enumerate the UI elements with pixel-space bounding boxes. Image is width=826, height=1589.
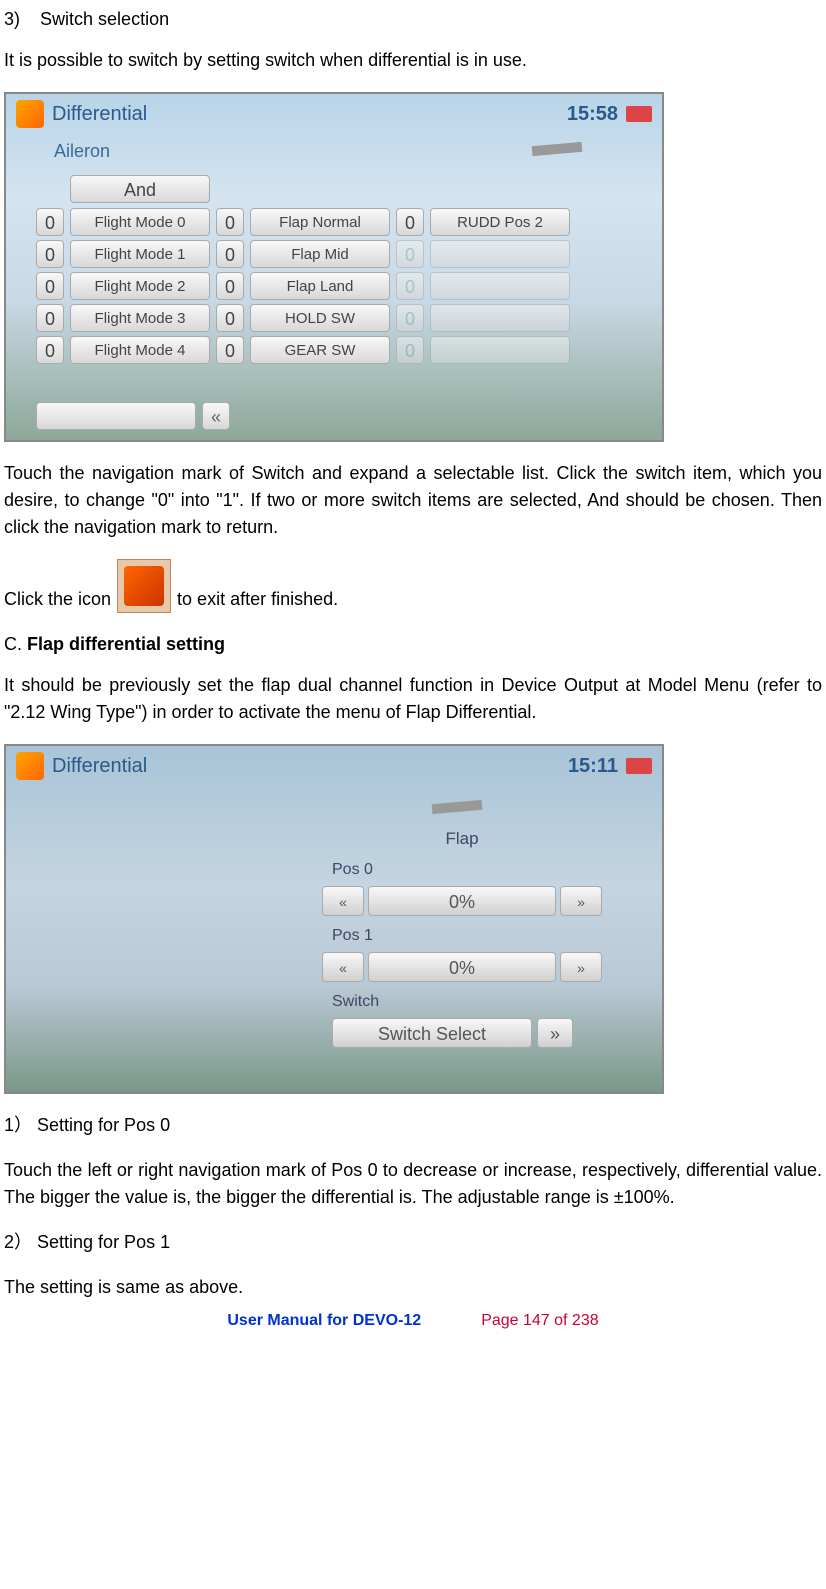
click-icon-text-before: Click the icon (4, 586, 111, 613)
cell-label[interactable]: HOLD SW (250, 304, 390, 332)
cell-value[interactable]: 0 (396, 336, 424, 364)
pos1-spinner: « 0% » (322, 952, 602, 982)
cell-value[interactable]: 0 (36, 240, 64, 268)
cell-label[interactable]: RUDD Pos 2 (430, 208, 570, 236)
section-3-intro: It is possible to switch by setting swit… (4, 47, 822, 74)
table-row: 0 Flight Mode 1 0 Flap Mid 0 (36, 240, 632, 268)
table-row: 0 Flight Mode 4 0 GEAR SW 0 (36, 336, 632, 364)
footer-page-number: Page 147 of 238 (481, 1309, 598, 1333)
decrease-arrow-icon[interactable]: « (322, 886, 364, 916)
cell-label[interactable]: Flap Mid (250, 240, 390, 268)
para-pos0: Touch the left or right navigation mark … (4, 1157, 822, 1211)
cell-label[interactable]: Flight Mode 1 (70, 240, 210, 268)
expand-arrow-icon[interactable]: » (537, 1018, 573, 1048)
switch-select-button[interactable]: Switch Select (332, 1018, 532, 1048)
ss2-header: Differential 15:11 (6, 746, 662, 786)
exit-icon-inner (124, 566, 164, 606)
screenshot-flap-differential: Differential 15:11 Flap Pos 0 « 0% » Pos… (4, 744, 664, 1094)
and-button[interactable]: And (70, 175, 210, 203)
ss1-and-row: And (36, 175, 632, 204)
item-1-heading: 1） Setting for Pos 0 (4, 1112, 822, 1139)
switch-row: Switch Select » (322, 1018, 602, 1048)
cell-label[interactable]: GEAR SW (250, 336, 390, 364)
page-footer: User Manual for DEVO-12 Page 147 of 238 (4, 1309, 822, 1333)
plane-icon (432, 800, 483, 814)
ss1-grid: And 0 Flight Mode 0 0 Flap Normal 0 RUDD… (6, 169, 662, 374)
flap-label: Flap (322, 826, 602, 852)
increase-arrow-icon[interactable]: » (560, 952, 602, 982)
cell-value[interactable]: 0 (216, 336, 244, 364)
pos0-value: 0% (368, 886, 556, 916)
pos0-label: Pos 0 (332, 858, 602, 882)
folder-icon (16, 100, 44, 128)
back-arrow-icon[interactable]: « (202, 402, 230, 430)
ss1-bottom-button[interactable] (36, 402, 196, 430)
cell-label[interactable] (430, 240, 570, 268)
cell-label[interactable]: Flight Mode 4 (70, 336, 210, 364)
cell-value[interactable]: 0 (36, 272, 64, 300)
folder-icon (16, 752, 44, 780)
section-3-num: 3) (4, 9, 20, 29)
ss1-header: Differential 15:58 (6, 94, 662, 134)
cell-value[interactable]: 0 (216, 304, 244, 332)
decrease-arrow-icon[interactable]: « (322, 952, 364, 982)
cell-value[interactable]: 0 (216, 208, 244, 236)
cell-value[interactable]: 0 (216, 240, 244, 268)
cell-label[interactable] (430, 304, 570, 332)
cell-label[interactable] (430, 336, 570, 364)
switch-label: Switch (332, 990, 602, 1014)
cell-label[interactable]: Flight Mode 0 (70, 208, 210, 236)
table-row: 0 Flight Mode 2 0 Flap Land 0 (36, 272, 632, 300)
cell-label[interactable]: Flap Land (250, 272, 390, 300)
cell-value[interactable]: 0 (396, 240, 424, 268)
pos1-value: 0% (368, 952, 556, 982)
cell-label[interactable]: Flight Mode 2 (70, 272, 210, 300)
ss2-controls: Flap Pos 0 « 0% » Pos 1 « 0% » Switch Sw… (322, 826, 602, 1048)
cell-label[interactable] (430, 272, 570, 300)
footer-manual-title: User Manual for DEVO-12 (227, 1309, 421, 1333)
section-3-heading: 3) Switch selection (4, 6, 822, 33)
battery-icon (626, 106, 652, 122)
cell-value[interactable]: 0 (36, 208, 64, 236)
click-icon-text-after: to exit after finished. (177, 586, 338, 613)
cell-value[interactable]: 0 (396, 272, 424, 300)
section-c-title: Flap differential setting (27, 634, 225, 654)
pos1-label: Pos 1 (332, 924, 602, 948)
increase-arrow-icon[interactable]: » (560, 886, 602, 916)
para-pos1: The setting is same as above. (4, 1274, 822, 1301)
para-touch-nav: Touch the navigation mark of Switch and … (4, 460, 822, 541)
exit-icon (117, 559, 171, 613)
pos0-spinner: « 0% » (322, 886, 602, 916)
click-icon-line: Click the icon to exit after finished. (4, 559, 822, 613)
ss2-clock: 15:11 (568, 751, 618, 781)
section-c-prefix: C. (4, 634, 27, 654)
cell-value[interactable]: 0 (396, 208, 424, 236)
cell-label[interactable]: Flight Mode 3 (70, 304, 210, 332)
battery-icon (626, 758, 652, 774)
table-row: 0 Flight Mode 0 0 Flap Normal 0 RUDD Pos… (36, 208, 632, 236)
section-3-title: Switch selection (40, 9, 169, 29)
section-c-intro: It should be previously set the flap dua… (4, 672, 822, 726)
screenshot-switch-selection: Differential 15:58 Aileron And 0 Flight … (4, 92, 664, 442)
section-c-heading: C. Flap differential setting (4, 631, 822, 658)
cell-value[interactable]: 0 (36, 304, 64, 332)
item-2-heading: 2） Setting for Pos 1 (4, 1229, 822, 1256)
cell-label[interactable]: Flap Normal (250, 208, 390, 236)
cell-value[interactable]: 0 (216, 272, 244, 300)
ss1-clock: 15:58 (567, 99, 618, 129)
ss2-title: Differential (52, 751, 568, 781)
table-row: 0 Flight Mode 3 0 HOLD SW 0 (36, 304, 632, 332)
cell-value[interactable]: 0 (396, 304, 424, 332)
cell-value[interactable]: 0 (36, 336, 64, 364)
ss1-title: Differential (52, 99, 567, 129)
